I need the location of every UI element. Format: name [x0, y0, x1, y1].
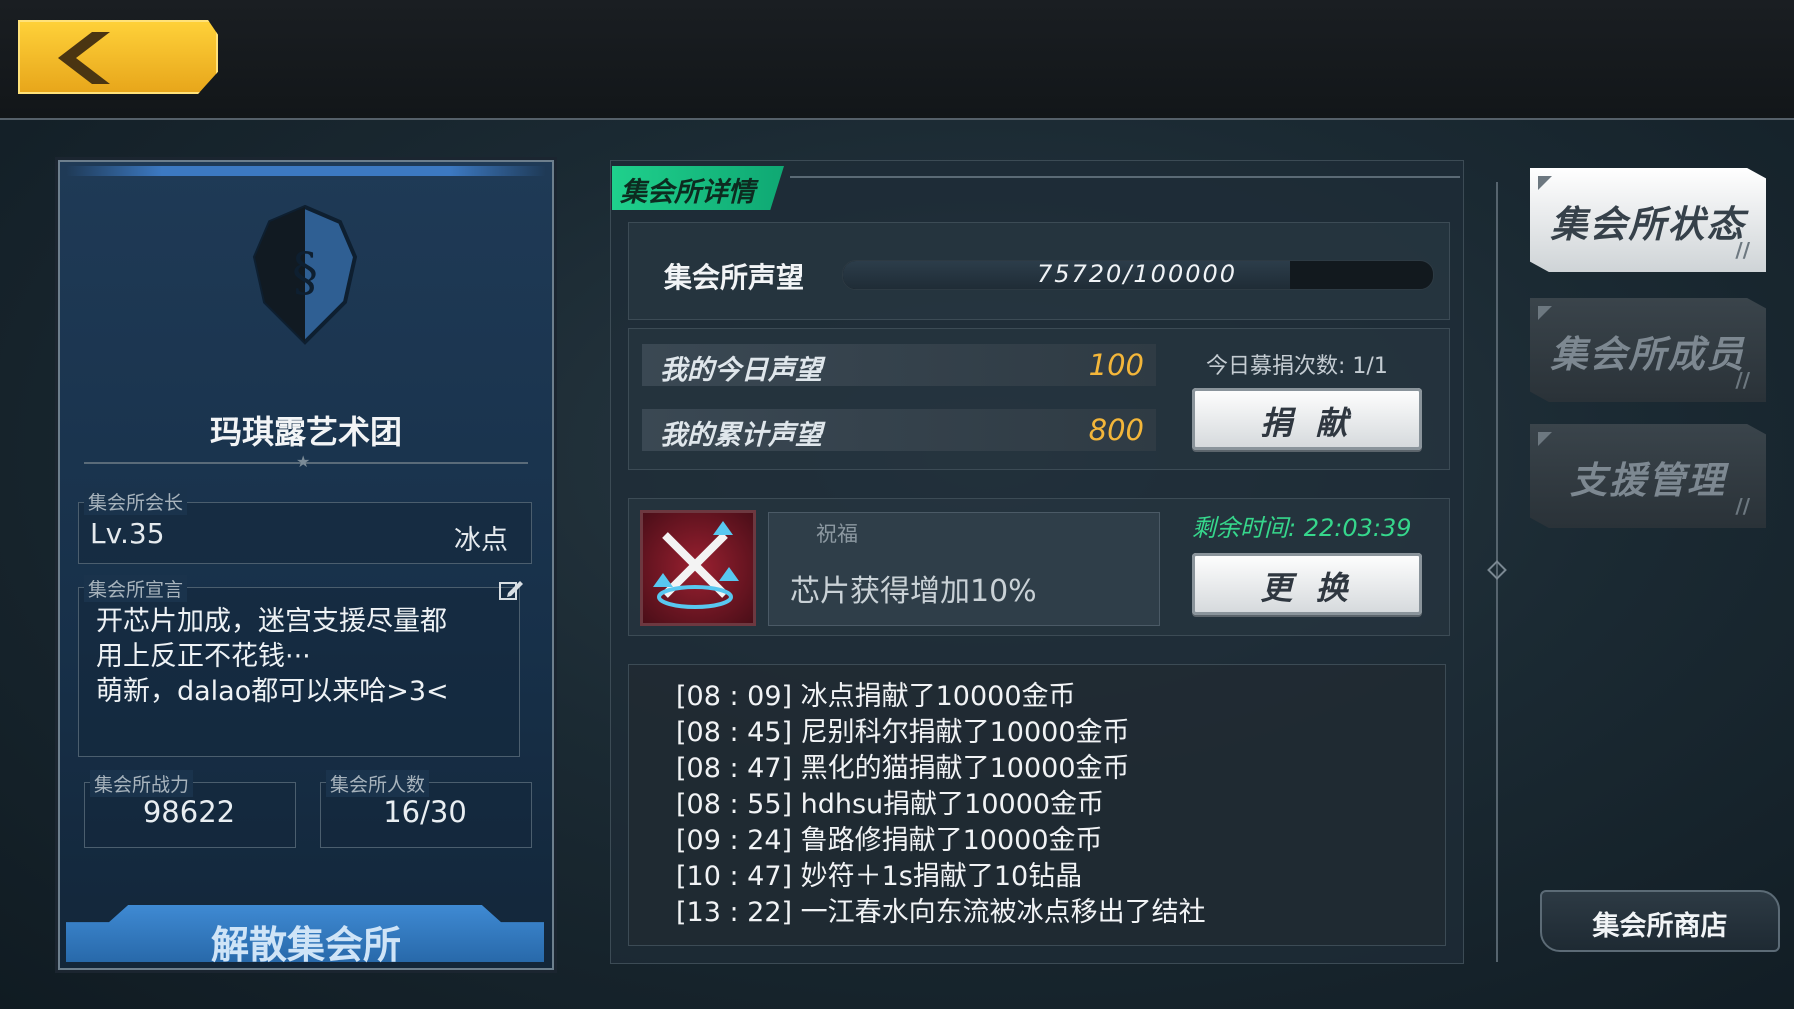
- corner-marker-icon: [1538, 306, 1552, 320]
- guild-name: 玛琪露艺术团: [209, 413, 402, 451]
- log-line: [08 : 45] 尼别科尔捐献了10000金币: [676, 717, 1130, 748]
- menu-support-management[interactable]: 支援管理 //: [1530, 424, 1766, 528]
- log-line: [09 : 24] 鲁路修捐献了10000金币: [676, 825, 1103, 856]
- donate-button-label: 捐 献: [1260, 404, 1354, 442]
- today-reputation-label: 我的今日声望: [660, 355, 822, 386]
- reputation-label: 集会所声望: [664, 261, 805, 294]
- edit-icon[interactable]: [498, 577, 524, 603]
- blessing-text: 芯片获得增加10%: [790, 574, 1037, 609]
- remaining-time: 剩余时间: 22:03:39: [1192, 514, 1412, 542]
- today-reputation-value: 100: [1088, 348, 1144, 382]
- blessing-chip-icon: [640, 510, 756, 626]
- top-bar: [0, 0, 1794, 120]
- declaration-line: 用上反正不花钱···: [96, 641, 311, 672]
- slash-marker-icon: //: [1735, 494, 1750, 518]
- svg-text:§: §: [292, 243, 318, 303]
- corner-marker-icon: [1538, 432, 1552, 446]
- guild-info-card: § 玛琪露艺术团 ★ 集会所会长 Lv.35 冰点 集会所宣言 开芯片加成，迷宫…: [58, 160, 554, 970]
- total-reputation-value: 800: [1088, 413, 1144, 447]
- donate-button[interactable]: 捐 献: [1192, 388, 1422, 450]
- leader-name: 冰点: [454, 525, 508, 556]
- card-top-accent: [66, 166, 546, 176]
- divider-diamond-icon: [1487, 560, 1507, 580]
- log-line: [13 : 22] 一江春水向东流被冰点移出了结社: [676, 897, 1206, 928]
- guild-shop-label: 集会所商店: [1592, 911, 1728, 942]
- declaration-text: 开芯片加成，迷宫支援尽量都 用上反正不花钱··· 萌新，dalao都可以来哈>3…: [96, 604, 496, 709]
- declaration-line: 萌新，dalao都可以来哈>3<: [96, 676, 449, 707]
- total-reputation-row: 我的累计声望 800: [642, 409, 1156, 451]
- log-line: [08 : 47] 黑化的猫捐献了10000金币: [676, 753, 1130, 784]
- leader-level: Lv.35: [90, 517, 165, 550]
- donate-count: 今日募捐次数: 1/1: [1206, 354, 1388, 379]
- menu-guild-status-label: 集会所状态: [1550, 203, 1746, 246]
- menu-support-management-label: 支援管理: [1570, 459, 1726, 502]
- total-reputation-label: 我的累计声望: [660, 420, 822, 451]
- back-arrow-icon: [58, 32, 110, 84]
- blessing-tag: 祝福: [816, 522, 858, 546]
- change-button-label: 更 换: [1260, 569, 1354, 607]
- today-reputation-row: 我的今日声望 100: [642, 344, 1156, 386]
- log-line: [08 : 55] hdhsu捐献了10000金币: [676, 789, 1105, 820]
- disband-guild-label[interactable]: 解散集会所: [60, 914, 552, 969]
- members-label: 集会所人数: [326, 770, 430, 797]
- change-blessing-button[interactable]: 更 换: [1192, 553, 1422, 615]
- menu-guild-members[interactable]: 集会所成员 //: [1530, 298, 1766, 402]
- tab-guild-detail-label: 集会所详情: [620, 177, 755, 208]
- menu-guild-members-label: 集会所成员: [1550, 333, 1746, 376]
- guild-shop-button[interactable]: 集会所商店: [1540, 890, 1780, 952]
- slash-marker-icon: //: [1735, 238, 1750, 262]
- divider-star-icon: ★: [296, 452, 311, 471]
- crossed-swords-icon: [653, 521, 739, 609]
- guild-emblem-icon: §: [252, 204, 358, 345]
- leader-label: 集会所会长: [84, 488, 188, 515]
- declaration-label: 集会所宣言: [84, 575, 188, 602]
- declaration-line: 开芯片加成，迷宫支援尽量都: [96, 606, 447, 637]
- log-line: [08 : 09] 冰点捐献了10000金币: [676, 681, 1076, 712]
- menu-guild-status[interactable]: 集会所状态 //: [1530, 168, 1766, 272]
- power-label: 集会所战力: [90, 770, 194, 797]
- header-line: [790, 176, 1460, 178]
- reputation-progress-text: 75720/100000: [1036, 260, 1238, 288]
- log-line: [10 : 47] 妙符＋1s捐献了10钻晶: [676, 861, 1083, 892]
- tab-guild-detail: 集会所详情: [612, 166, 784, 210]
- back-button[interactable]: [18, 20, 218, 94]
- corner-marker-icon: [1538, 176, 1552, 190]
- members-value: 16/30: [383, 795, 467, 829]
- slash-marker-icon: //: [1735, 368, 1750, 392]
- power-value: 98622: [142, 795, 236, 829]
